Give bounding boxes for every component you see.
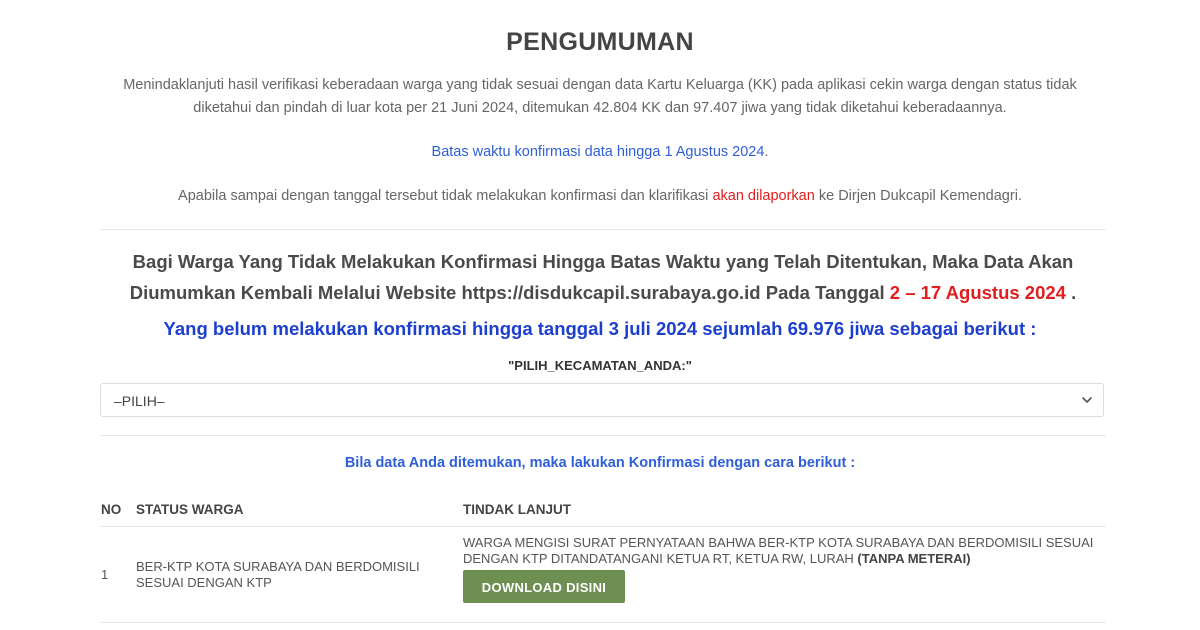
table-header-status: STATUS WARGA	[136, 502, 244, 517]
warning-text-before: Apabila sampai dengan tanggal tersebut t…	[178, 188, 713, 204]
table-cell-status: BER-KTP KOTA SURABAYA DAN BERDOMISILI SE…	[136, 559, 420, 590]
table-cell-no: 1	[101, 567, 109, 582]
warning-highlight: akan dilaporkan	[712, 188, 815, 204]
divider	[100, 435, 1106, 436]
table-header-no: NO	[101, 502, 122, 517]
notice-end: .	[1065, 282, 1077, 303]
unconfirmed-count-heading: Yang belum melakukan konfirmasi hingga t…	[163, 318, 1037, 339]
kecamatan-select-value: –PILIH–	[114, 393, 165, 409]
kecamatan-select-label: "PILIH_KECAMATAN_ANDA:"	[508, 358, 692, 373]
announcement-page: PENGUMUMAN Menindaklanjuti hasil verifik…	[0, 0, 1200, 630]
chevron-down-icon	[1082, 397, 1092, 403]
intro-paragraph: Menindaklanjuti hasil verifikasi keberad…	[123, 77, 1077, 116]
kecamatan-select[interactable]: –PILIH–	[100, 383, 1104, 417]
table-header-action: TINDAK LANJUT	[463, 502, 571, 517]
deadline-notice: Batas waktu konfirmasi data hingga 1 Agu…	[0, 144, 1200, 160]
confirmation-instruction: Bila data Anda ditemukan, maka lakukan K…	[344, 455, 856, 471]
warning-paragraph: Apabila sampai dengan tanggal tersebut t…	[0, 188, 1200, 204]
notice-date: 2 – 17 Agustus 2024	[889, 282, 1066, 303]
republish-notice: Bagi Warga Yang Tidak Melakukan Konfirma…	[120, 246, 1086, 308]
warning-text-after: ke Dirjen Dukcapil Kemendagri.	[814, 188, 1022, 204]
table-header-divider	[100, 526, 1106, 527]
table-bottom-divider	[100, 622, 1106, 623]
divider	[100, 229, 1106, 230]
action-text: WARGA MENGISI SURAT PERNYATAAN BAHWA BER…	[463, 535, 1094, 566]
deadline-period: .	[764, 144, 769, 160]
action-bold-text: (TANPA METERAI)	[857, 551, 971, 566]
table-cell-action: WARGA MENGISI SURAT PERNYATAAN BAHWA BER…	[463, 535, 1113, 567]
download-button[interactable]: DOWNLOAD DISINI	[463, 570, 625, 603]
deadline-text: Batas waktu konfirmasi data hingga 1 Agu…	[431, 144, 765, 160]
page-title: PENGUMUMAN	[506, 28, 694, 56]
